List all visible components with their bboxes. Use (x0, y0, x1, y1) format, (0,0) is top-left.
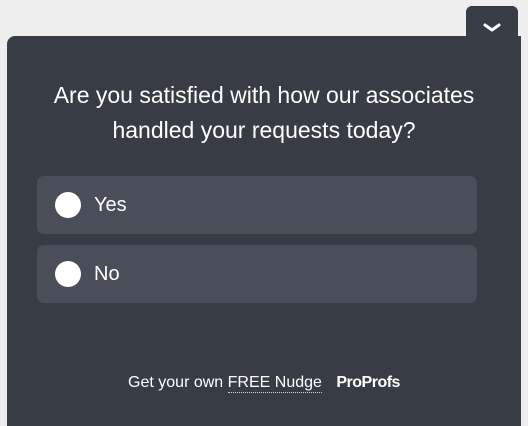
chevron-down-icon (483, 23, 501, 32)
option-label: Yes (94, 193, 127, 216)
option-yes[interactable]: Yes (37, 176, 477, 234)
radio-button[interactable] (55, 192, 81, 218)
free-nudge-link[interactable]: FREE Nudge (227, 374, 322, 393)
radio-button[interactable] (55, 261, 81, 287)
footer-prefix: Get your own (128, 374, 224, 391)
survey-question: Are you satisfied with how our associate… (53, 82, 475, 143)
option-no[interactable]: No (37, 245, 477, 303)
footer: Get your own FREE Nudge ProProfs (7, 374, 521, 393)
proprofs-logo[interactable]: ProProfs (336, 374, 400, 391)
option-label: No (94, 262, 120, 285)
nudge-panel: Are you satisfied with how our associate… (7, 36, 521, 426)
